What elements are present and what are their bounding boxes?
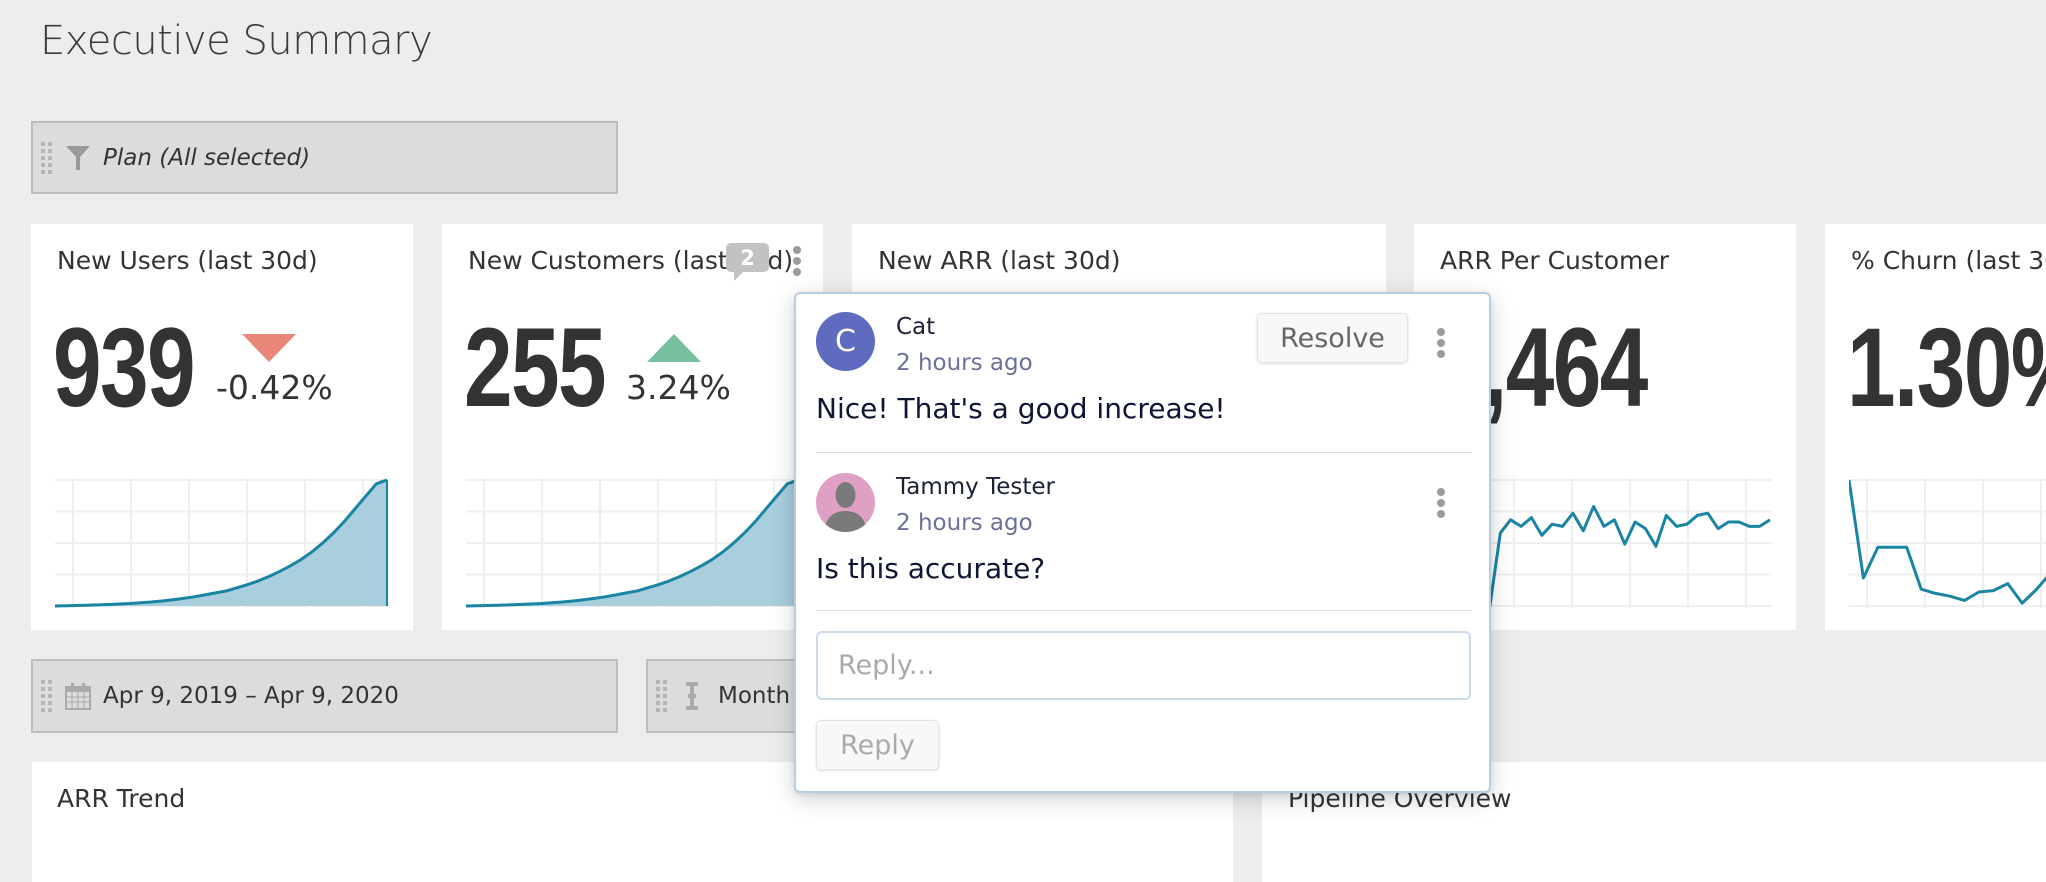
reply-button[interactable]: Reply bbox=[816, 720, 939, 770]
granularity-label: Month bbox=[718, 683, 791, 709]
i-beam-icon bbox=[686, 682, 698, 710]
kpi-value: 939 bbox=[53, 305, 196, 430]
avatar bbox=[816, 473, 875, 532]
drag-handle-icon[interactable] bbox=[656, 677, 667, 715]
page-title: Executive Summary bbox=[40, 18, 433, 64]
comment-time: 2 hours ago bbox=[896, 350, 1033, 376]
kpi-title: ARR Per Customer bbox=[1440, 246, 1670, 275]
comment-popover: C Cat 2 hours ago Resolve Nice! That's a… bbox=[794, 292, 1491, 793]
kpi-title: % Churn (last 30d) bbox=[1851, 246, 2046, 275]
calendar-icon bbox=[65, 683, 91, 710]
card-menu-icon[interactable] bbox=[793, 246, 801, 276]
kpi-title: New ARR (last 30d) bbox=[878, 246, 1121, 275]
date-range-filter[interactable]: Apr 9, 2019 – Apr 9, 2020 bbox=[31, 659, 618, 733]
plan-filter[interactable]: Plan (All selected) bbox=[31, 121, 618, 194]
sparkline-churn bbox=[1849, 478, 2046, 608]
comment-text: Nice! That's a good increase! bbox=[816, 392, 1226, 425]
comment-text: Is this accurate? bbox=[816, 552, 1046, 585]
divider bbox=[816, 452, 1472, 453]
funnel-icon bbox=[66, 145, 90, 170]
resolve-button[interactable]: Resolve bbox=[1257, 313, 1408, 363]
sparkline-new-users bbox=[55, 478, 389, 608]
comment-author: Tammy Tester bbox=[896, 474, 1055, 500]
user-silhouette-icon bbox=[824, 482, 867, 532]
reply-input[interactable] bbox=[816, 631, 1471, 700]
divider bbox=[816, 610, 1472, 611]
kpi-value: 255 bbox=[464, 305, 607, 430]
avatar: C bbox=[816, 312, 875, 371]
kpi-card-new-users: New Users (last 30d) 939 -0.42% bbox=[31, 224, 413, 630]
drag-handle-icon[interactable] bbox=[41, 677, 52, 715]
comment-count-badge[interactable]: 2 bbox=[726, 243, 769, 281]
kpi-delta: -0.42% bbox=[216, 368, 333, 407]
kpi-value: 1.30% bbox=[1847, 305, 2046, 430]
drag-handle-icon[interactable] bbox=[41, 139, 52, 177]
kpi-card-churn: % Churn (last 30d) 1.30% bbox=[1825, 224, 2046, 630]
comment-menu-icon[interactable] bbox=[1437, 328, 1445, 358]
comment-count: 2 bbox=[740, 245, 755, 270]
trend-down-icon bbox=[242, 334, 296, 362]
comment-author: Cat bbox=[896, 314, 936, 340]
trend-up-icon bbox=[647, 334, 701, 362]
date-range-label: Apr 9, 2019 – Apr 9, 2020 bbox=[103, 683, 399, 709]
plan-filter-label: Plan (All selected) bbox=[103, 144, 311, 171]
sparkline-new-customers bbox=[466, 478, 800, 608]
kpi-card-new-customers: New Customers (last 30d) 255 3.24% bbox=[442, 224, 823, 630]
comment-time: 2 hours ago bbox=[896, 510, 1033, 536]
card-title: ARR Trend bbox=[57, 784, 186, 813]
kpi-title: New Users (last 30d) bbox=[57, 246, 318, 275]
kpi-delta: 3.24% bbox=[626, 368, 731, 407]
comment-menu-icon[interactable] bbox=[1437, 488, 1445, 518]
